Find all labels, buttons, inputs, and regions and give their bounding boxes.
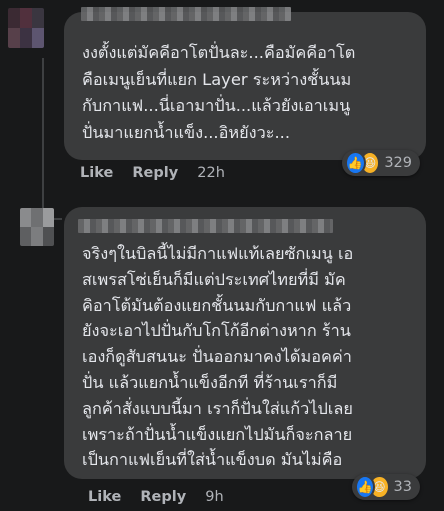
author-name-redacted[interactable] — [78, 219, 333, 233]
avatar[interactable] — [20, 208, 54, 246]
thread-connector — [42, 58, 62, 220]
reaction-summary[interactable]: 👍 😆 33 — [352, 474, 420, 500]
timestamp[interactable]: 9h — [205, 489, 223, 505]
like-button[interactable]: Like — [88, 489, 121, 505]
reaction-summary[interactable]: 👍 😆 329 — [342, 150, 420, 176]
comment-actions: Like Reply 22h — [80, 165, 239, 181]
reaction-count: 33 — [393, 479, 412, 495]
comment-bubble: งงตั้งแต่มัคคีอาโตปั่นละ...คือมัคคีอาโต … — [64, 7, 426, 160]
timestamp[interactable]: 22h — [197, 165, 225, 181]
avatar[interactable] — [8, 8, 44, 48]
author-name-redacted[interactable] — [81, 7, 291, 21]
comment-text: จริงๆในบิลนี้ไม่มีกาแฟแท้เลยซักเมนู เอ ส… — [82, 244, 354, 470]
like-icon: 👍 — [345, 151, 366, 175]
like-button[interactable]: Like — [80, 165, 113, 181]
reply-button[interactable]: Reply — [132, 165, 178, 181]
reaction-count: 329 — [384, 155, 412, 171]
comment-bubble: จริงๆในบิลนี้ไม่มีกาแฟแท้เลยซักเมนู เอ ส… — [64, 207, 426, 479]
comment-text: งงตั้งแต่มัคคีอาโตปั่นละ...คือมัคคีอาโต … — [82, 43, 356, 142]
comment-actions: Like Reply 9h — [88, 489, 238, 505]
reply-button[interactable]: Reply — [140, 489, 186, 505]
